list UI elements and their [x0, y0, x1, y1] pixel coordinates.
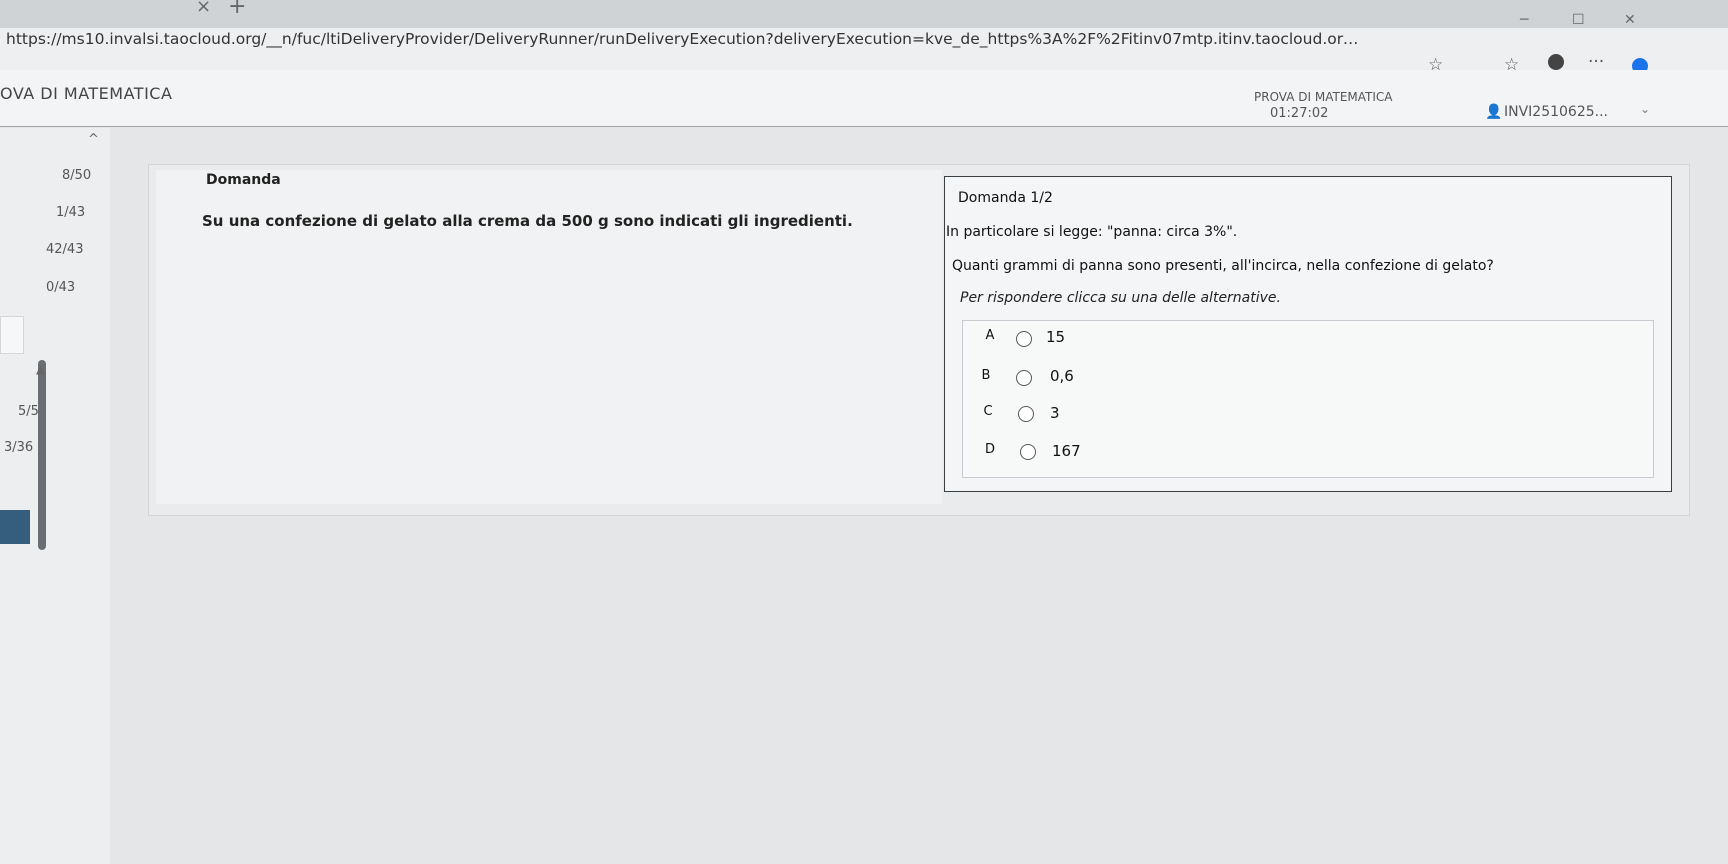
choice-value: 15 [1046, 328, 1066, 346]
browser-tab-strip [0, 0, 1728, 28]
maximize-icon[interactable]: ☐ [1572, 12, 1585, 28]
choice-letter: D [984, 442, 995, 457]
left-navigation [0, 128, 110, 864]
scrollbar-handle[interactable] [38, 360, 46, 550]
choice-value: 0,6 [1050, 367, 1074, 385]
radio-button[interactable] [1016, 370, 1032, 386]
user-icon: 👤 [1485, 104, 1503, 120]
stimulus-text: Su una confezione di gelato alla crema d… [202, 212, 853, 230]
scroll-up-icon[interactable]: ▲ [36, 362, 45, 376]
timer: 01:27:02 [1270, 106, 1329, 121]
nav-section[interactable] [0, 316, 24, 354]
stimulus-heading: Domanda [206, 172, 281, 188]
radio-button[interactable] [1018, 406, 1034, 422]
nav-item[interactable]: 42/43 [46, 242, 83, 257]
new-tab-icon[interactable]: + [228, 0, 246, 19]
app-title: OVA DI MATEMATICA [0, 84, 173, 103]
app-header [0, 70, 1728, 127]
nav-item[interactable]: 8/50 [62, 168, 91, 183]
choice-letter: C [983, 404, 993, 419]
choice-letter: B [981, 368, 991, 383]
chevron-down-icon[interactable]: ⌄ [1640, 102, 1650, 116]
test-name: PROVA DI MATEMATICA [1254, 90, 1393, 104]
question-text: In particolare si legge: "panna: circa 3… [946, 224, 1238, 240]
nav-item[interactable]: 1/43 [56, 205, 85, 220]
question-prompt: Quanti grammi di panna sono presenti, al… [952, 258, 1494, 274]
nav-item[interactable]: 5/5 [18, 404, 39, 419]
question-count: Domanda 1/2 [958, 190, 1053, 206]
choice-value: 3 [1050, 404, 1060, 422]
question-instruction: Per rispondere clicca su una delle alter… [960, 290, 1281, 306]
nav-item[interactable]: 0/43 [46, 280, 75, 295]
more-icon[interactable]: ··· [1588, 52, 1604, 72]
nav-active-block[interactable] [0, 510, 30, 544]
chevron-up-icon[interactable]: ^ [88, 132, 99, 147]
close-window-icon[interactable]: ✕ [1624, 12, 1636, 28]
radio-button[interactable] [1020, 444, 1036, 460]
tab-close-icon[interactable]: × [196, 0, 211, 17]
minimize-icon[interactable]: ─ [1520, 12, 1528, 28]
choice-value: 167 [1052, 442, 1081, 460]
radio-button[interactable] [1016, 331, 1032, 347]
nav-item[interactable]: 3/36 [4, 440, 33, 455]
choice-letter: A [985, 328, 995, 343]
url-text[interactable]: https://ms10.invalsi.taocloud.org/__n/fu… [6, 30, 1366, 48]
profile-icon[interactable] [1548, 54, 1564, 70]
user-name[interactable]: INVI2510625... [1504, 104, 1608, 120]
